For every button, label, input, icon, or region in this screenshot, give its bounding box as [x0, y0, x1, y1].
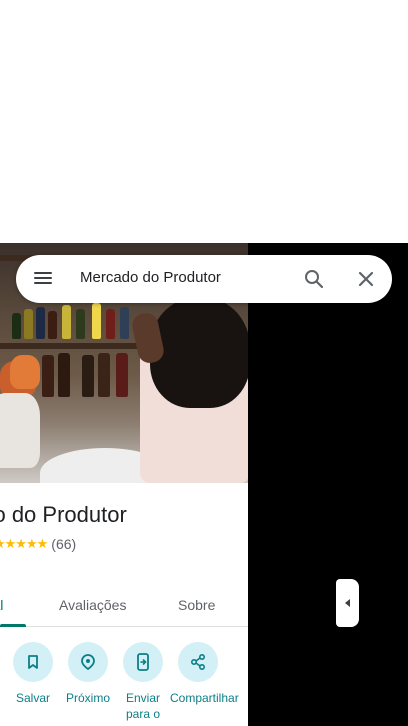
send-to-phone-button[interactable]: Enviar para o	[115, 642, 171, 722]
tab-about[interactable]: Sobre	[178, 597, 215, 613]
bottle	[62, 305, 71, 339]
tab-bar: eral Avaliações Sobre	[0, 585, 248, 627]
close-icon[interactable]	[354, 267, 378, 291]
review-count: (66)	[51, 536, 77, 552]
menu-icon[interactable]	[34, 269, 54, 289]
action-buttons: Salvar Próximo Enviar para o Compartilha…	[0, 642, 248, 726]
sack	[0, 393, 40, 468]
bottle	[120, 307, 129, 339]
place-title: cado do Produtor	[0, 502, 127, 527]
save-label: Salvar	[15, 691, 50, 705]
bottle	[98, 353, 110, 397]
share-label: Compartilhar	[170, 691, 239, 705]
tab-overview[interactable]: eral	[0, 597, 3, 613]
bottle	[42, 355, 54, 397]
rating-row[interactable]: ★★★★★ (66)	[0, 536, 76, 552]
bottle	[82, 355, 94, 397]
place-details-sheet: cado do Produtor ★★★★★ (66) o eral Avali…	[0, 483, 248, 726]
bottle	[36, 307, 45, 339]
share-button[interactable]: Compartilhar	[170, 642, 239, 706]
star-rating-icon: ★★★★★	[0, 536, 48, 551]
person-hair	[150, 298, 248, 408]
bag	[10, 355, 40, 389]
search-icon[interactable]	[302, 267, 326, 291]
bottle	[58, 353, 70, 397]
tab-reviews[interactable]: Avaliações	[59, 597, 126, 613]
bottle	[48, 311, 57, 339]
send-to-phone-icon	[137, 653, 149, 671]
collapse-panel-button[interactable]	[336, 579, 359, 627]
search-input[interactable]: Mercado do Produtor	[80, 269, 221, 286]
send-to-phone-label: Enviar para o	[125, 691, 161, 721]
tab-active-indicator	[0, 624, 26, 627]
bottle	[106, 309, 115, 339]
bottle	[92, 303, 101, 339]
nearby-label: Próximo	[65, 691, 110, 705]
chevron-left-icon	[344, 599, 350, 607]
share-icon	[190, 653, 206, 671]
nearby-button[interactable]: Próximo	[60, 642, 116, 706]
bottle	[12, 313, 21, 339]
bottle	[116, 353, 128, 397]
bottle	[76, 309, 85, 339]
save-button[interactable]: Salvar	[5, 642, 61, 706]
search-bar[interactable]: Mercado do Produtor	[16, 255, 392, 303]
blank-header-area	[0, 0, 408, 243]
nearby-icon	[81, 654, 95, 671]
map-area[interactable]	[248, 243, 408, 726]
bookmark-icon	[28, 655, 38, 669]
bottle	[24, 309, 33, 339]
shelf	[0, 343, 140, 349]
